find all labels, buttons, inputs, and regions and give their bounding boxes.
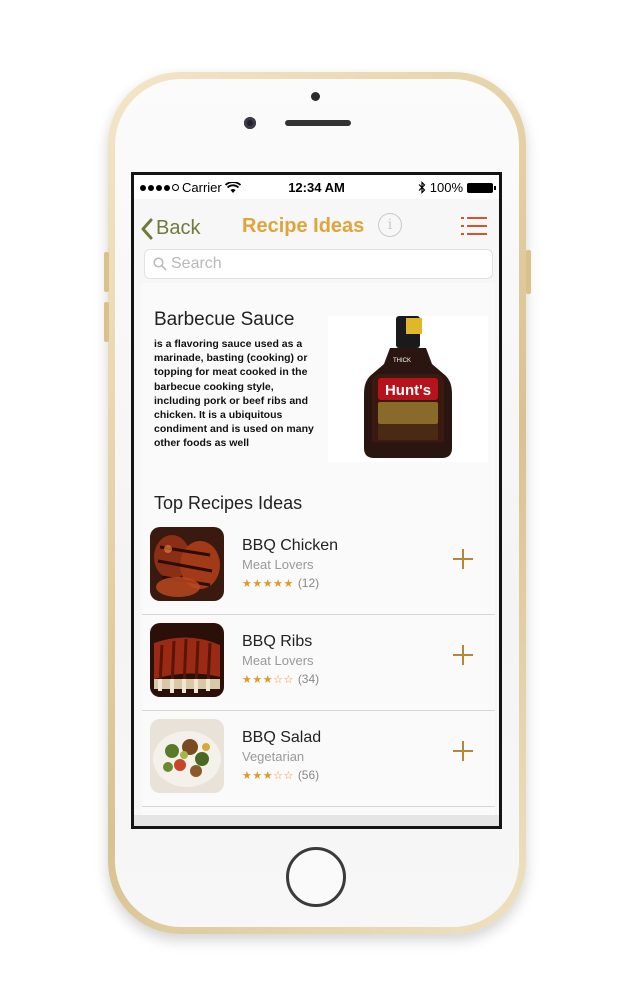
star-rating-icon: ★★★★★ (242, 576, 294, 590)
earpiece-speaker (285, 120, 351, 126)
status-bar: Carrier 12:34 AM 100% (134, 175, 499, 199)
info-title: Barbecue Sauce (154, 309, 295, 330)
menu-icon[interactable] (461, 217, 487, 237)
chevron-left-icon (141, 218, 153, 239)
back-label: Back (156, 217, 201, 239)
volume-button (104, 302, 109, 342)
bottom-strip (134, 815, 499, 826)
section-title: Top Recipes Ideas (154, 493, 303, 513)
recipe-name: BBQ Ribs (242, 633, 313, 650)
info-icon[interactable]: i (378, 213, 402, 237)
recipe-name: BBQ Chicken (242, 537, 339, 554)
star-rating-icon: ★★★☆☆ (242, 672, 294, 686)
app-screen: Carrier 12:34 AM 100% Back Recipe Ideas … (131, 172, 502, 829)
content-area: Barbecue Sauce is a flavoring sauce used… (142, 283, 495, 815)
brand-label: Hunt's (385, 382, 431, 399)
back-button[interactable]: Back (140, 217, 200, 240)
status-right: 100% (418, 180, 496, 195)
recipe-rating: ★★★☆☆ (34) (242, 672, 319, 686)
recipe-category: Vegetarian (242, 749, 305, 764)
recipe-name: BBQ Salad (242, 729, 322, 746)
recipe-category: Meat Lovers (242, 557, 314, 572)
recipe-row[interactable]: BBQ Salad Vegetarian ★★★☆☆ (56) (142, 711, 495, 807)
bbq-salad-thumbnail (150, 719, 224, 793)
search-icon (153, 257, 167, 271)
power-button (526, 250, 531, 294)
review-count: (12) (297, 576, 320, 590)
thick-label: THICK (393, 358, 411, 364)
bbq-ribs-thumbnail (150, 623, 224, 697)
battery-percent: 100% (429, 180, 463, 195)
plus-icon[interactable] (453, 741, 473, 761)
recipe-rating: ★★★☆☆ (56) (242, 768, 319, 782)
battery-icon (467, 182, 496, 193)
plus-icon[interactable] (453, 645, 473, 665)
page-title: Recipe Ideas (242, 215, 365, 237)
review-count: (56) (297, 768, 320, 782)
front-camera (244, 117, 256, 129)
recipe-category: Meat Lovers (242, 653, 314, 668)
navigation-bar: Back Recipe Ideas i (134, 199, 499, 255)
bbq-sauce-bottle-image: Hunt's THICK (328, 316, 488, 462)
info-description: is a flavoring sauce used as a marinade,… (154, 338, 314, 450)
volume-button (104, 252, 109, 292)
plus-icon[interactable] (453, 549, 473, 569)
recipe-rating: ★★★★★ (12) (242, 576, 319, 590)
star-rating-icon: ★★★☆☆ (242, 768, 294, 782)
proximity-sensor (311, 92, 320, 101)
home-button[interactable] (286, 847, 346, 907)
review-count: (34) (297, 672, 320, 686)
search-placeholder: Search (171, 255, 222, 272)
bluetooth-icon (418, 181, 426, 194)
bbq-chicken-thumbnail (150, 527, 224, 601)
recipe-row[interactable]: BBQ Chicken Meat Lovers ★★★★★ (12) (142, 519, 495, 615)
recipe-row[interactable]: BBQ Ribs Meat Lovers ★★★☆☆ (34) (142, 615, 495, 711)
search-input[interactable]: Search (144, 249, 493, 279)
